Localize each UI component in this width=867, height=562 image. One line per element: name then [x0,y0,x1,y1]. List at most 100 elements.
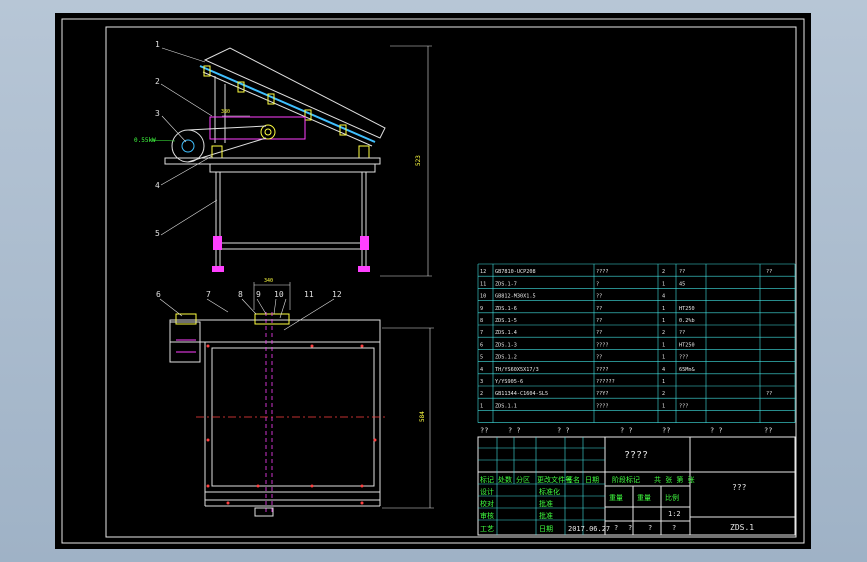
bom-cell-qty: 1 [662,403,665,409]
bom-cell-note: ?? [766,391,772,397]
bom-header-cell: ?? [662,427,670,435]
callout-1: 1 [155,40,160,49]
bom-cell-mat: ??? [679,403,688,409]
bom-cell-mat: 0.2%b [679,318,695,324]
bom-cell-mat: HT250 [679,342,695,348]
bom-cell-qty: 4 [662,367,665,373]
bom-cell-code: ZDS.1-7 [495,281,517,287]
width-dim-text: 584 [419,411,426,422]
bom-cell-qty: 1 [662,306,665,312]
small-dim-plan: 340 [264,278,273,284]
bom-cell-qty: 1 [662,281,665,287]
tb-weight-label2: 重量 [637,494,651,502]
tb-sign: 签名 [566,475,580,484]
tb-date: 日期 [539,525,553,533]
bom-header-cell: ?? [764,427,772,435]
tb-q3: ? [648,524,652,532]
bom-cell-no: 2 [480,391,483,397]
bom-cell-name: ??Y? [596,391,609,397]
bom-cell-mat: HT250 [679,306,695,312]
bom-cell-no: 3 [480,379,483,385]
bom-cell-name: ?? [596,306,602,312]
drawing-sheet [55,13,811,549]
tb-check: 校对 [480,499,494,508]
bom-cell-qty: 2 [662,330,665,336]
callout-4: 4 [155,181,160,190]
tb-approve2: 批准 [539,511,553,520]
tb-date-h: 日期 [585,476,599,484]
bom-cell-no: 7 [480,330,483,336]
company-name: ??? [732,483,747,492]
tb-q4: ? [672,524,676,532]
bom-header-cell: ?? [480,427,488,435]
bom-cell-mat: ??? [679,355,688,361]
bom-cell-qty: 2 [662,269,665,275]
bom-cell-mat: ?? [679,269,685,275]
bom-cell-code: GB7810-UCP208 [495,269,536,275]
callout-5: 5 [155,229,160,238]
bom-cell-name: ?? [596,294,602,300]
drawing-number: ZDS.1 [730,523,754,532]
tb-q1: ? [614,524,618,532]
bom-cell-qty: 2 [662,391,665,397]
bom-cell-code: ZDS.1-5 [495,318,517,324]
bom-cell-code: Y/YS905-6 [495,379,523,385]
callout-7: 7 [206,290,211,299]
bom-cell-qty: 1 [662,318,665,324]
tb-sheet: 共 张 第 张 [654,475,695,484]
bom-header-cell: ? ? [620,427,633,435]
callout-10: 10 [274,290,284,299]
callout-3: 3 [155,109,160,118]
tb-count: 处数 [498,475,512,484]
bom-cell-code: TH/YS60X5X17/3 [495,367,539,373]
bom-cell-qty: 1 [662,355,665,361]
bom-cell-name: ???? [596,367,609,373]
motor-label: 0.55kW [134,137,156,144]
cad-viewport: 0.55kW 5 2 3 380 1 2 3 4 5 340 584 6 7 8 9… [55,13,811,549]
bom-cell-mat: 65Mn& [679,367,695,373]
tb-stage: 阶段标记 [612,475,640,484]
bom-cell-name: ?? [596,330,602,336]
bom-cell-no: 9 [480,306,483,312]
bom-cell-note: ?? [766,269,772,275]
bom-cell-no: 6 [480,342,483,348]
tb-weight-label: 重量 [609,494,623,502]
tb-zone: 分区 [516,475,530,484]
bom-cell-code: ZDS.1.2 [495,355,517,361]
tb-process: 工艺 [480,525,494,533]
bom-cell-no: 10 [480,294,486,300]
bom-cell-code: ZDS.1-6 [495,306,517,312]
callout-8: 8 [238,290,243,299]
bom-cell-qty: 1 [662,379,665,385]
bom-cell-no: 11 [480,281,486,287]
bom-cell-code: GB11344-C1604-SL5 [495,391,548,397]
bom-header-cell: ? ? [710,427,723,435]
tb-scale: 1:2 [668,510,681,518]
callout-9: 9 [256,290,261,299]
tb-design: 设计 [480,487,494,496]
bom-cell-mat: ?? [679,330,685,336]
tb-review: 审核 [480,511,494,520]
callout-6: 6 [156,290,161,299]
bom-cell-name: ???? [596,342,609,348]
drawing-title: ???? [624,450,648,461]
bom-cell-no: 8 [480,318,483,324]
bom-cell-mat: 45 [679,281,685,287]
tb-approve: 批准 [539,499,553,508]
bom-header-cell: ? ? [557,427,570,435]
small-dim-front: 380 [221,109,230,115]
bom-cell-no: 4 [480,367,483,373]
bom-cell-code: ZDS.1-3 [495,342,517,348]
bom-cell-name: ?? [596,355,602,361]
tb-q2: ? [628,524,632,532]
bom-cell-name: ???? [596,403,609,409]
bom-cell-qty: 1 [662,342,665,348]
bom-cell-no: 12 [480,269,486,275]
callout-12: 12 [332,290,342,299]
bom-cell-code: ZDS.1.1 [495,403,517,409]
bom-cell-name: ?? [596,318,602,324]
bom-cell-name: ???? [596,269,609,275]
bom-cell-code: ZDS.1.4 [495,330,517,336]
tb-date-value: 2017.06.27 [568,525,610,533]
tb-mark: 标记 [480,475,494,484]
